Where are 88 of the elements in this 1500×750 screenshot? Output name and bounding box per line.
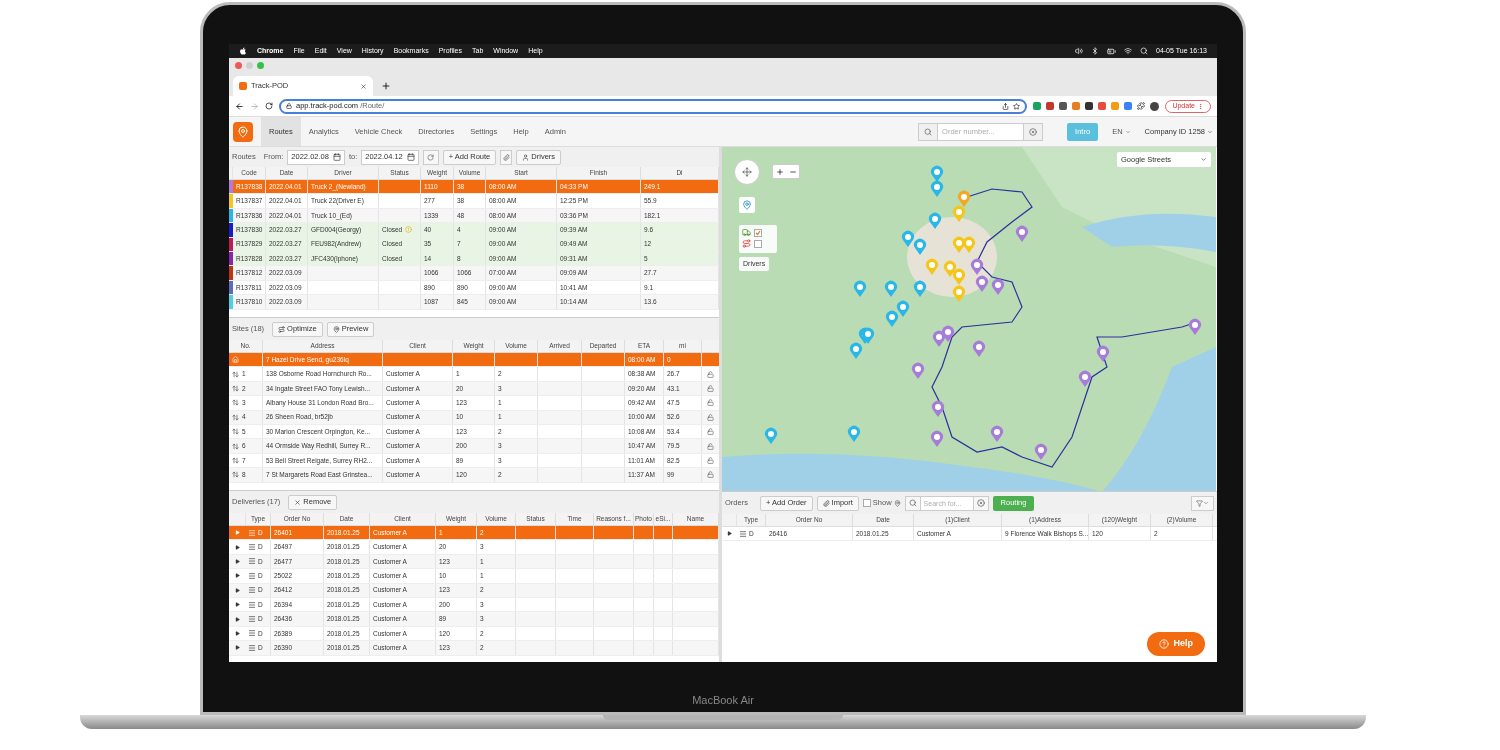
battery-icon[interactable] [1107, 46, 1116, 56]
lock-icon [286, 103, 292, 109]
reorder-icon[interactable] [232, 399, 239, 407]
extensions-icon[interactable] [1137, 102, 1146, 110]
calendar-icon[interactable] [332, 153, 341, 161]
pin-icon [742, 200, 752, 210]
list-icon [739, 529, 747, 538]
check-icon [755, 229, 761, 236]
reorder-icon[interactable] [232, 456, 239, 464]
unlock-icon[interactable] [707, 456, 714, 464]
unlock-icon[interactable] [707, 442, 714, 450]
profile-avatar[interactable] [1150, 101, 1160, 111]
pin-icon [332, 325, 340, 333]
close-icon[interactable] [360, 82, 367, 90]
bookmark-star-icon[interactable] [1013, 102, 1021, 110]
list-icon [248, 586, 256, 595]
expand-icon[interactable] [235, 544, 240, 550]
caret-icon [1203, 500, 1209, 506]
expand-icon[interactable] [235, 602, 240, 608]
bluetooth-icon[interactable] [1091, 47, 1099, 55]
paperclip-icon [502, 153, 510, 161]
clear-button[interactable] [1023, 122, 1044, 141]
expand-icon[interactable] [235, 616, 240, 622]
layer-checkbox[interactable] [754, 228, 762, 237]
location-button[interactable] [739, 197, 755, 213]
list-icon [248, 600, 256, 609]
apple-icon[interactable] [239, 47, 247, 55]
expand-icon[interactable] [235, 587, 240, 593]
caret-icon [1207, 128, 1213, 135]
share-icon[interactable] [1002, 102, 1010, 110]
home-icon [232, 356, 239, 364]
route-icon [278, 325, 286, 333]
list-icon [248, 629, 256, 638]
paperclip-icon [822, 499, 830, 507]
search-icon [924, 127, 933, 136]
reorder-icon[interactable] [232, 442, 239, 450]
list-icon [248, 571, 256, 580]
reorder-icon[interactable] [232, 471, 239, 479]
list-icon [248, 643, 256, 652]
list-icon [248, 528, 256, 537]
reorder-icon[interactable] [232, 428, 239, 436]
reorder-icon[interactable] [232, 370, 239, 378]
search-icon [908, 499, 917, 507]
expand-icon[interactable] [235, 630, 240, 636]
help-icon [1159, 639, 1170, 649]
calendar-icon[interactable] [406, 153, 415, 161]
expand-icon[interactable] [235, 558, 240, 564]
new-tab-button[interactable] [381, 81, 391, 91]
user-icon [522, 153, 530, 161]
refresh-icon [427, 153, 435, 161]
reorder-icon[interactable] [232, 413, 239, 421]
pin-icon [893, 499, 901, 507]
route-icon [742, 239, 751, 248]
clear-icon [1029, 127, 1038, 136]
unlock-icon[interactable] [707, 428, 714, 436]
attach-button[interactable] [500, 149, 513, 165]
list-icon [248, 557, 256, 566]
reload-button[interactable] [265, 102, 273, 110]
unlock-icon[interactable] [707, 370, 714, 378]
truck-icon [742, 228, 751, 237]
unlock-icon[interactable] [707, 471, 714, 479]
list-icon [248, 543, 256, 552]
show-checkbox[interactable] [862, 499, 871, 507]
expand-icon[interactable] [235, 645, 240, 651]
pin-icon [237, 125, 249, 138]
laptop-brand: MacBook Air [692, 693, 754, 708]
plus-icon [775, 167, 784, 176]
reorder-icon[interactable] [232, 384, 239, 392]
caret-icon [1200, 156, 1207, 163]
search-icon[interactable] [1140, 47, 1148, 55]
refresh-button[interactable] [422, 149, 439, 165]
caret-icon [1124, 128, 1131, 135]
expand-icon[interactable] [235, 573, 240, 579]
list-icon [248, 615, 256, 624]
volume-icon[interactable] [1075, 47, 1083, 55]
clear-icon [976, 499, 985, 507]
app-logo-icon[interactable] [233, 121, 253, 142]
unlock-icon[interactable] [707, 384, 714, 392]
filter-icon [1196, 499, 1203, 507]
move-icon [742, 167, 752, 177]
unlock-icon[interactable] [707, 413, 714, 421]
close-icon [294, 498, 302, 506]
layer-checkbox[interactable] [754, 239, 762, 248]
expand-icon[interactable] [727, 531, 732, 537]
site-logo-icon [239, 82, 247, 90]
back-button[interactable] [235, 101, 244, 111]
wifi-icon[interactable] [1124, 47, 1132, 55]
unlock-icon[interactable] [707, 399, 714, 407]
